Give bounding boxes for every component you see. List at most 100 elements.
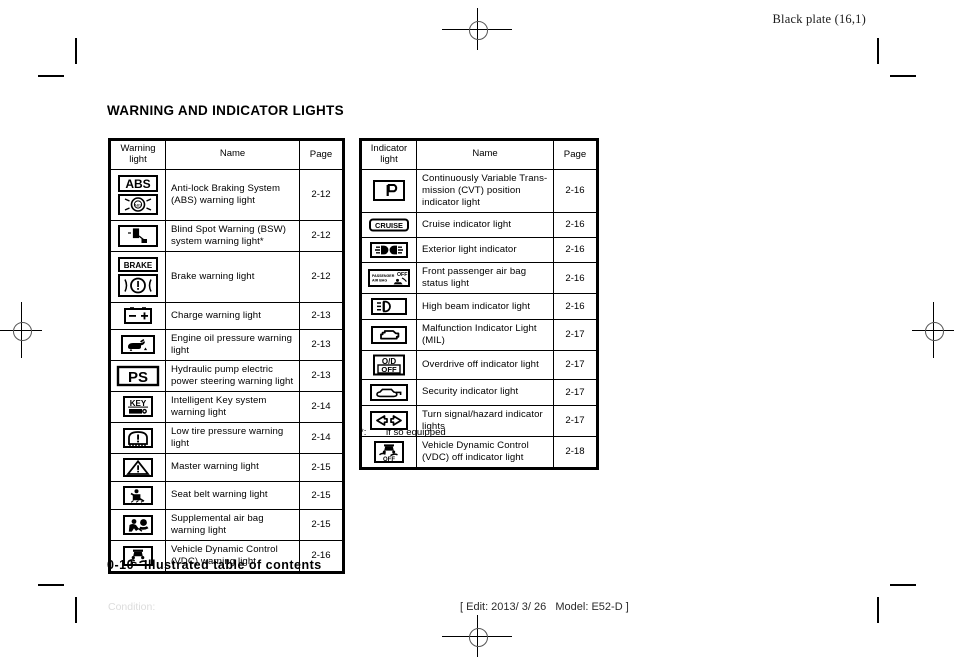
footnote-text: if so equipped [386,427,446,438]
table-row: Supplemental air bag warning light 2-15 [110,508,343,541]
svg-text:AIR BAG: AIR BAG [372,279,387,283]
abs-warning-icon: ABS ABS [110,168,166,221]
table-row: Exterior light indicator 2-16 [361,236,597,264]
row-page: 2-12 [299,168,343,221]
table-row: Blind Spot Warning (BSW) system warning … [110,219,343,252]
row-page: 2-16 [553,168,597,213]
row-page: 2-16 [553,262,597,294]
row-page: 2-13 [299,359,343,392]
crop-mark-top-right-v [877,38,879,64]
table-row: Continuously Variable Trans-mission (CVT… [361,168,597,213]
row-page: 2-12 [299,250,343,303]
row-page: 2-15 [299,480,343,510]
warning-lights-table: Warning light Name Page ABS ABS Anti-loc… [108,138,345,574]
row-page: 2-15 [299,452,343,482]
row-name: Exterior light indicator [416,236,554,264]
registration-mark-bottom [442,615,512,657]
crop-mark-bottom-right-v [877,597,879,623]
row-name: Seat belt warning light [165,480,300,510]
svg-text:OFF: OFF [381,365,397,374]
table-row: ABS ABS Anti-lock Braking System (ABS) w… [110,168,343,221]
manual-page: Black plate (16,1) WARNING AND INDICATOR… [0,0,954,661]
footer-page-label: Illustrated table of contents [144,558,322,572]
table-row: CRUISE Cruise indicator light 2-16 [361,211,597,238]
row-name: Overdrive off indicator light [416,349,554,380]
oil-pressure-warning-icon [110,328,166,361]
row-name: Engine oil pressure warning light [165,328,300,361]
crop-mark-bottom-right-h [890,584,916,586]
row-page: 2-13 [299,328,343,361]
svg-text:BRAKE: BRAKE [124,261,153,270]
table-row: Master warning light 2-15 [110,452,343,482]
table-row: KEY Intelligent Key system warning light… [110,390,343,423]
abs-text-icon: ABS [111,174,165,192]
row-name: Vehicle Dynamic Control (VDC) off indica… [416,435,554,468]
edit-info-label: [ Edit: 2013/ 3/ 26 Model: E52-D ] [460,601,629,613]
row-name: Master warning light [165,452,300,482]
svg-text:OFF: OFF [383,457,395,463]
row-page: 2-12 [299,219,343,252]
row-name: Malfunction Indicator Light (MIL) [416,319,554,351]
row-name: Hydraulic pump electric power steering w… [165,359,300,392]
svg-text:PS: PS [128,369,148,386]
column-header-page: Page [553,140,597,170]
row-page: 2-16 [553,293,597,320]
overdrive-off-indicator-icon: O/D OFF [361,349,417,380]
row-name: High beam indicator light [416,293,554,320]
table-header-row: Warning light Name Page [110,140,343,170]
abs-brake-circle-icon: ABS [111,193,165,215]
high-beam-indicator-icon [361,293,417,320]
registration-mark-top [442,8,512,50]
indicator-lights-table: Indicator light Name Page Continuously V… [359,138,599,470]
brake-circle-icon [111,273,165,297]
table-row: Low tire pressure warning light 2-14 [110,421,343,454]
table-header-row: Indicator light Name Page [361,140,597,170]
table-row: Seat belt warning light 2-15 [110,480,343,510]
svg-text:OFF: OFF [397,272,407,278]
footer-page-indicator: 0-10 Illustrated table of contents [107,558,322,572]
table-row: BRAKE Brake warning light 2-12 [110,250,343,303]
row-name: Front passenger air bag status light [416,262,554,294]
footnote-marker: *: [360,427,367,438]
brake-text-icon: BRAKE [111,256,165,272]
crop-mark-top-right-h [890,75,916,77]
cruise-indicator-icon: CRUISE [361,211,417,238]
column-header-indicator-light: Indicator light [361,140,417,170]
footnote: *: if so equipped [360,427,446,438]
master-warning-icon [110,452,166,482]
row-page: 2-14 [299,390,343,423]
condition-label: Condition: [108,601,156,613]
crop-mark-top-left-h [38,75,64,77]
footer-page-number: 0-10 [107,558,135,572]
table-row: Malfunction Indicator Light (MIL) 2-17 [361,319,597,351]
row-page: 2-17 [553,378,597,406]
row-name: Continuously Variable Trans-mission (CVT… [416,168,554,213]
bsw-warning-icon [110,219,166,252]
page-title: WARNING AND INDICATOR LIGHTS [107,103,344,118]
vdc-off-indicator-icon: OFF [361,435,417,468]
passenger-air-bag-status-icon: PASSENGER AIR BAG OFF [361,262,417,294]
table-row: Engine oil pressure warning light 2-13 [110,328,343,361]
svg-text:CRUISE: CRUISE [375,221,403,230]
power-steering-warning-icon: PS [110,359,166,392]
intelligent-key-warning-icon: KEY [110,390,166,423]
registration-mark-right [912,302,954,358]
air-bag-warning-icon [110,508,166,541]
row-page: 2-17 [553,319,597,351]
row-page: 2-13 [299,301,343,330]
table-row: PS Hydraulic pump electric power steerin… [110,359,343,392]
row-name: Charge warning light [165,301,300,330]
exterior-light-indicator-icon [361,236,417,264]
malfunction-indicator-icon [361,319,417,351]
row-page: 2-14 [299,421,343,454]
table-row: Security indicator light 2-17 [361,378,597,406]
table-row: PASSENGER AIR BAG OFF Front passenger air … [361,262,597,294]
table-row: O/D OFF Overdrive off indicator light 2-1… [361,349,597,380]
row-name: Anti-lock Braking System (ABS) warning l… [165,168,300,221]
table-row: OFF Vehicle Dynamic Control (VDC) off in… [361,435,597,468]
crop-mark-bottom-left-h [38,584,64,586]
row-name: Supplemental air bag warning light [165,508,300,541]
row-name: Brake warning light [165,250,300,303]
column-header-page: Page [299,140,343,170]
low-tire-pressure-warning-icon [110,421,166,454]
